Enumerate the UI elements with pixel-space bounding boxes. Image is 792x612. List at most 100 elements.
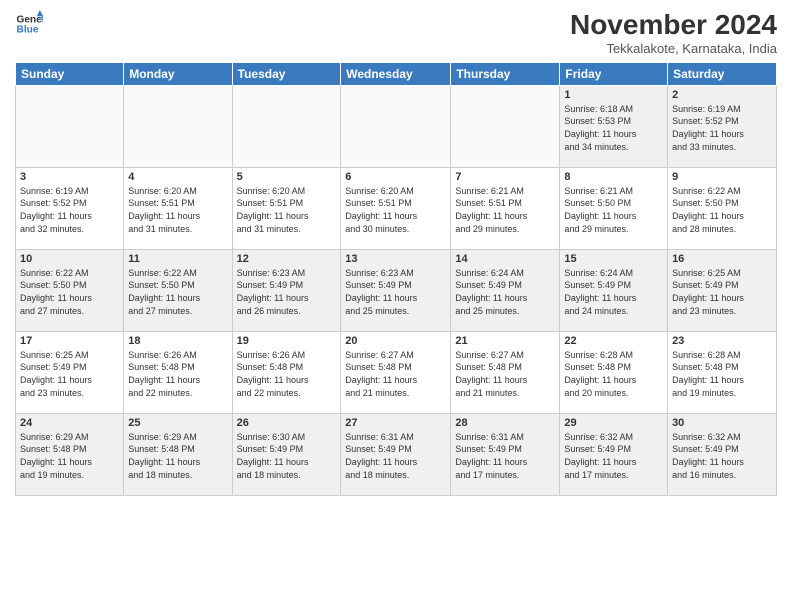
day-info: Sunrise: 6:31 AM Sunset: 5:49 PM Dayligh… (345, 431, 446, 481)
day-number: 26 (237, 417, 337, 429)
day-number: 1 (564, 89, 663, 101)
day-number: 9 (672, 171, 772, 183)
calendar-cell: 8 Sunrise: 6:21 AM Sunset: 5:50 PM Daylig… (560, 167, 668, 249)
day-info: Sunrise: 6:28 AM Sunset: 5:48 PM Dayligh… (672, 349, 772, 399)
day-number: 23 (672, 335, 772, 347)
day-info: Sunrise: 6:19 AM Sunset: 5:52 PM Dayligh… (672, 103, 772, 153)
day-info: Sunrise: 6:27 AM Sunset: 5:48 PM Dayligh… (455, 349, 555, 399)
day-number: 12 (237, 253, 337, 265)
calendar-col-header: Tuesday (232, 62, 341, 85)
calendar-cell: 15 Sunrise: 6:24 AM Sunset: 5:49 PM Dayli… (560, 249, 668, 331)
day-info: Sunrise: 6:22 AM Sunset: 5:50 PM Dayligh… (128, 267, 227, 317)
calendar-col-header: Monday (124, 62, 232, 85)
day-number: 24 (20, 417, 119, 429)
day-info: Sunrise: 6:29 AM Sunset: 5:48 PM Dayligh… (20, 431, 119, 481)
day-number: 28 (455, 417, 555, 429)
logo-icon: General Blue (15, 10, 43, 38)
calendar-cell: 24 Sunrise: 6:29 AM Sunset: 5:48 PM Dayli… (16, 413, 124, 495)
calendar-cell: 18 Sunrise: 6:26 AM Sunset: 5:48 PM Dayli… (124, 331, 232, 413)
month-title: November 2024 (570, 10, 777, 41)
day-number: 3 (20, 171, 119, 183)
calendar-cell: 7Sunrise: 6:21 AM Sunset: 5:51 PM Daylig… (451, 167, 560, 249)
calendar-cell (341, 85, 451, 167)
day-number: 30 (672, 417, 772, 429)
day-number: 29 (564, 417, 663, 429)
calendar: SundayMondayTuesdayWednesdayThursdayFrid… (15, 62, 777, 496)
day-number: 15 (564, 253, 663, 265)
title-block: November 2024 Tekkalakote, Karnataka, In… (570, 10, 777, 56)
day-number: 4 (128, 171, 227, 183)
calendar-cell: 19Sunrise: 6:26 AM Sunset: 5:48 PM Dayli… (232, 331, 341, 413)
calendar-cell: 13Sunrise: 6:23 AM Sunset: 5:49 PM Dayli… (341, 249, 451, 331)
day-info: Sunrise: 6:26 AM Sunset: 5:48 PM Dayligh… (237, 349, 337, 399)
day-info: Sunrise: 6:26 AM Sunset: 5:48 PM Dayligh… (128, 349, 227, 399)
day-number: 18 (128, 335, 227, 347)
day-info: Sunrise: 6:27 AM Sunset: 5:48 PM Dayligh… (345, 349, 446, 399)
calendar-cell: 11Sunrise: 6:22 AM Sunset: 5:50 PM Dayli… (124, 249, 232, 331)
day-number: 14 (455, 253, 555, 265)
calendar-week-row: 3 Sunrise: 6:19 AM Sunset: 5:52 PM Daylig… (16, 167, 777, 249)
day-info: Sunrise: 6:25 AM Sunset: 5:49 PM Dayligh… (20, 349, 119, 399)
day-number: 13 (345, 253, 446, 265)
day-info: Sunrise: 6:22 AM Sunset: 5:50 PM Dayligh… (672, 185, 772, 235)
calendar-header-row: SundayMondayTuesdayWednesdayThursdayFrid… (16, 62, 777, 85)
day-info: Sunrise: 6:31 AM Sunset: 5:49 PM Dayligh… (455, 431, 555, 481)
calendar-cell (451, 85, 560, 167)
day-info: Sunrise: 6:32 AM Sunset: 5:49 PM Dayligh… (564, 431, 663, 481)
calendar-cell: 25 Sunrise: 6:29 AM Sunset: 5:48 PM Dayli… (124, 413, 232, 495)
calendar-cell: 2 Sunrise: 6:19 AM Sunset: 5:52 PM Daylig… (668, 85, 777, 167)
day-number: 22 (564, 335, 663, 347)
day-info: Sunrise: 6:20 AM Sunset: 5:51 PM Dayligh… (128, 185, 227, 235)
day-number: 27 (345, 417, 446, 429)
day-number: 5 (237, 171, 337, 183)
day-number: 25 (128, 417, 227, 429)
day-info: Sunrise: 6:32 AM Sunset: 5:49 PM Dayligh… (672, 431, 772, 481)
day-info: Sunrise: 6:21 AM Sunset: 5:50 PM Dayligh… (564, 185, 663, 235)
calendar-cell: 4 Sunrise: 6:20 AM Sunset: 5:51 PM Daylig… (124, 167, 232, 249)
day-number: 2 (672, 89, 772, 101)
day-number: 10 (20, 253, 119, 265)
calendar-cell: 30 Sunrise: 6:32 AM Sunset: 5:49 PM Dayli… (668, 413, 777, 495)
calendar-cell (124, 85, 232, 167)
day-info: Sunrise: 6:24 AM Sunset: 5:49 PM Dayligh… (564, 267, 663, 317)
calendar-cell: 16Sunrise: 6:25 AM Sunset: 5:49 PM Dayli… (668, 249, 777, 331)
calendar-cell: 21 Sunrise: 6:27 AM Sunset: 5:48 PM Dayli… (451, 331, 560, 413)
calendar-cell: 12 Sunrise: 6:23 AM Sunset: 5:49 PM Dayli… (232, 249, 341, 331)
calendar-week-row: 10 Sunrise: 6:22 AM Sunset: 5:50 PM Dayli… (16, 249, 777, 331)
calendar-cell: 20Sunrise: 6:27 AM Sunset: 5:48 PM Dayli… (341, 331, 451, 413)
day-info: Sunrise: 6:20 AM Sunset: 5:51 PM Dayligh… (345, 185, 446, 235)
day-number: 16 (672, 253, 772, 265)
calendar-cell: 14 Sunrise: 6:24 AM Sunset: 5:49 PM Dayli… (451, 249, 560, 331)
calendar-cell: 28 Sunrise: 6:31 AM Sunset: 5:49 PM Dayli… (451, 413, 560, 495)
day-info: Sunrise: 6:29 AM Sunset: 5:48 PM Dayligh… (128, 431, 227, 481)
day-number: 8 (564, 171, 663, 183)
day-info: Sunrise: 6:21 AM Sunset: 5:51 PM Dayligh… (455, 185, 555, 235)
day-info: Sunrise: 6:19 AM Sunset: 5:52 PM Dayligh… (20, 185, 119, 235)
calendar-cell: 23 Sunrise: 6:28 AM Sunset: 5:48 PM Dayli… (668, 331, 777, 413)
day-number: 17 (20, 335, 119, 347)
calendar-cell: 3 Sunrise: 6:19 AM Sunset: 5:52 PM Daylig… (16, 167, 124, 249)
day-number: 21 (455, 335, 555, 347)
calendar-cell: 5Sunrise: 6:20 AM Sunset: 5:51 PM Daylig… (232, 167, 341, 249)
calendar-cell (232, 85, 341, 167)
calendar-week-row: 17 Sunrise: 6:25 AM Sunset: 5:49 PM Dayli… (16, 331, 777, 413)
calendar-cell: 17 Sunrise: 6:25 AM Sunset: 5:49 PM Dayli… (16, 331, 124, 413)
day-info: Sunrise: 6:23 AM Sunset: 5:49 PM Dayligh… (237, 267, 337, 317)
calendar-col-header: Thursday (451, 62, 560, 85)
calendar-col-header: Sunday (16, 62, 124, 85)
calendar-col-header: Friday (560, 62, 668, 85)
calendar-cell: 29 Sunrise: 6:32 AM Sunset: 5:49 PM Dayli… (560, 413, 668, 495)
calendar-col-header: Wednesday (341, 62, 451, 85)
day-info: Sunrise: 6:22 AM Sunset: 5:50 PM Dayligh… (20, 267, 119, 317)
calendar-cell: 1 Sunrise: 6:18 AM Sunset: 5:53 PM Daylig… (560, 85, 668, 167)
day-info: Sunrise: 6:24 AM Sunset: 5:49 PM Dayligh… (455, 267, 555, 317)
header: General Blue November 2024 Tekkalakote, … (15, 10, 777, 56)
day-info: Sunrise: 6:18 AM Sunset: 5:53 PM Dayligh… (564, 103, 663, 153)
calendar-cell: 27 Sunrise: 6:31 AM Sunset: 5:49 PM Dayli… (341, 413, 451, 495)
calendar-week-row: 1 Sunrise: 6:18 AM Sunset: 5:53 PM Daylig… (16, 85, 777, 167)
calendar-cell: 6 Sunrise: 6:20 AM Sunset: 5:51 PM Daylig… (341, 167, 451, 249)
calendar-col-header: Saturday (668, 62, 777, 85)
day-number: 6 (345, 171, 446, 183)
calendar-week-row: 24 Sunrise: 6:29 AM Sunset: 5:48 PM Dayli… (16, 413, 777, 495)
page: General Blue November 2024 Tekkalakote, … (0, 0, 792, 612)
